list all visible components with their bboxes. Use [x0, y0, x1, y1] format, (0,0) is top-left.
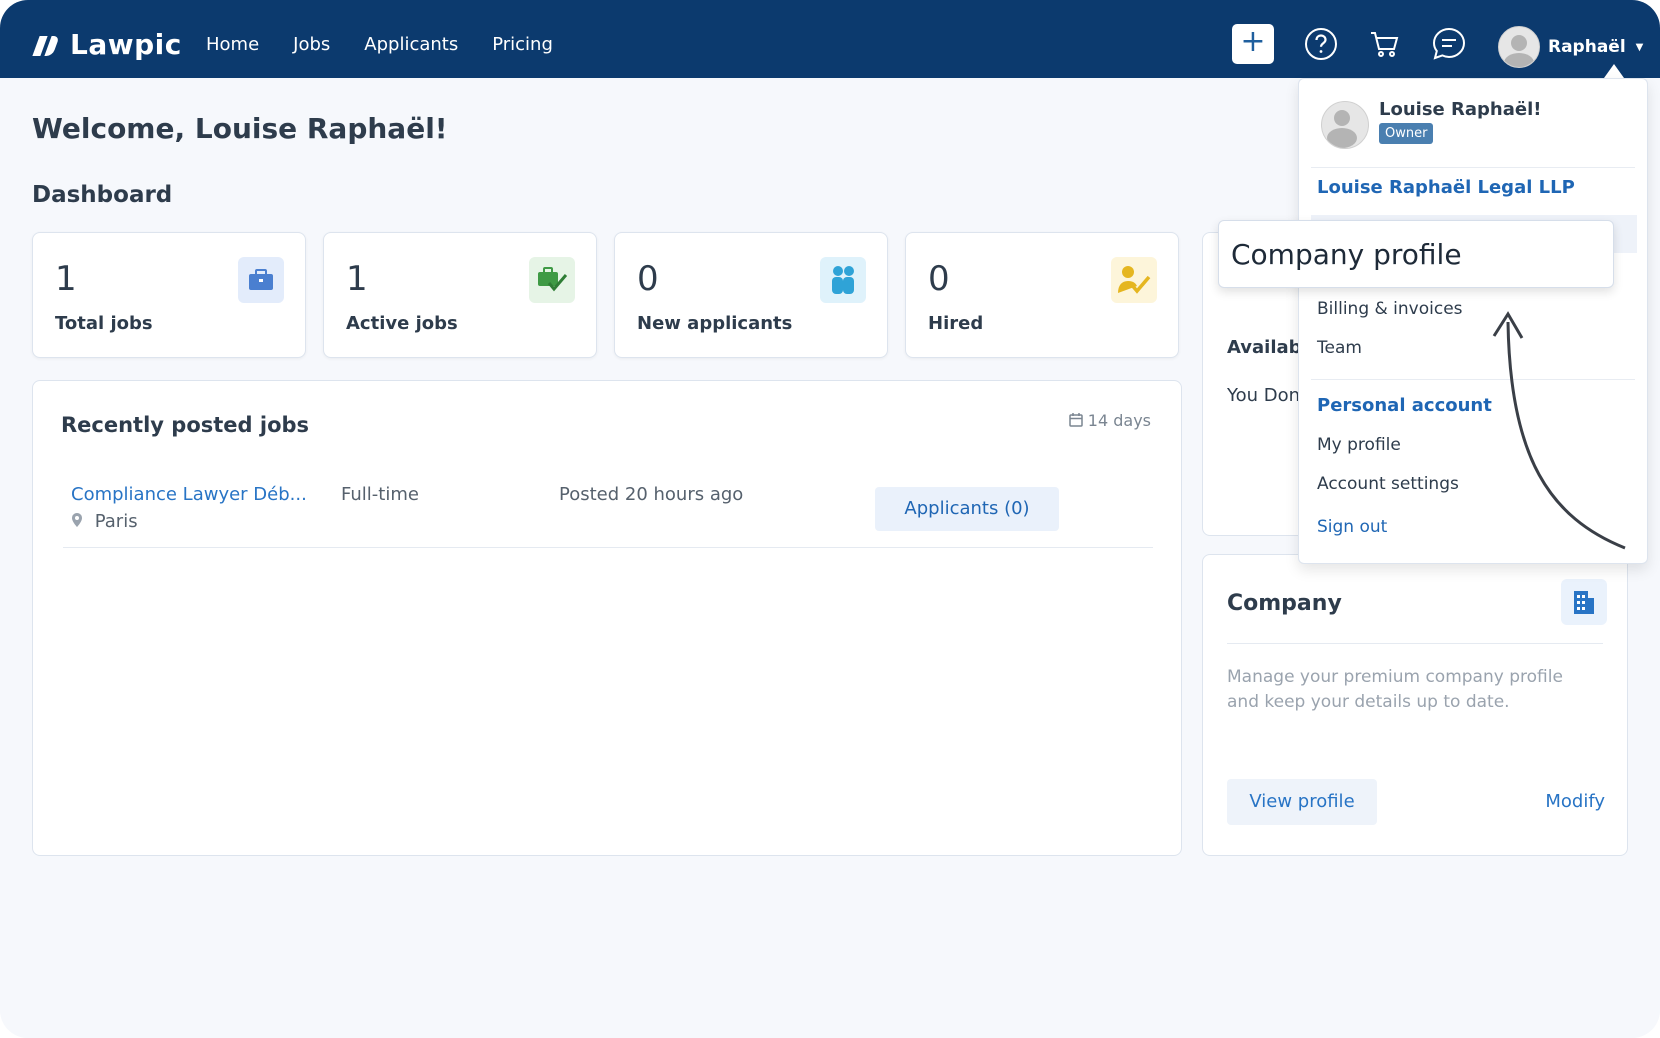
stat-card-hired[interactable]: 0 Hired: [905, 232, 1179, 358]
stat-value: 0: [928, 259, 950, 299]
job-type: Full-time: [341, 484, 419, 505]
nav-link-pricing[interactable]: Pricing: [492, 34, 553, 55]
nav-link-applicants[interactable]: Applicants: [364, 34, 458, 55]
stat-label: New applicants: [637, 313, 793, 334]
dropdown-personal-header: Personal account: [1317, 395, 1492, 416]
building-icon: [1561, 579, 1607, 625]
user-menu-toggle[interactable]: Raphaël ▼: [1498, 26, 1643, 68]
job-title-link[interactable]: Compliance Lawyer Déb...: [71, 484, 307, 505]
menu-item-company-profile[interactable]: Company profile: [1218, 220, 1614, 288]
stat-value: 0: [637, 259, 659, 299]
nav-user-name: Raphaël: [1548, 37, 1626, 57]
nav-icon-group: +: [1232, 24, 1466, 64]
date-range-label: 14 days: [1087, 411, 1151, 430]
brand-name: Lawpic: [70, 28, 182, 61]
lawpic-logo-icon: [32, 34, 64, 56]
company-card-title: Company: [1227, 591, 1342, 616]
recent-jobs-card: Recently posted jobs 14 days Compliance …: [32, 380, 1182, 856]
brand-logo[interactable]: Lawpic: [32, 28, 182, 61]
dropdown-company-header[interactable]: Louise Raphaël Legal LLP: [1317, 177, 1575, 198]
calendar-icon: [1068, 411, 1088, 430]
stat-label: Active jobs: [346, 313, 458, 334]
stat-label: Total jobs: [55, 313, 153, 334]
menu-item-sign-out[interactable]: Sign out: [1317, 517, 1387, 537]
dropdown-user-name: Louise Raphaël!: [1379, 99, 1542, 120]
dashboard-title: Dashboard: [32, 182, 173, 208]
view-profile-button[interactable]: View profile: [1227, 779, 1377, 825]
add-button[interactable]: +: [1232, 24, 1274, 64]
date-range-filter[interactable]: 14 days: [1068, 411, 1151, 430]
chevron-down-icon: ▼: [1635, 41, 1644, 53]
nav-link-jobs[interactable]: Jobs: [293, 34, 330, 55]
availability-label: Availabl: [1227, 337, 1308, 358]
divider: [1311, 167, 1635, 168]
stat-card-active-jobs[interactable]: 1 Active jobs: [323, 232, 597, 358]
role-badge: Owner: [1379, 123, 1434, 144]
job-location-label: Paris: [94, 511, 138, 532]
menu-item-billing[interactable]: Billing & invoices: [1317, 299, 1463, 319]
briefcase-icon: [238, 257, 284, 303]
avatar: [1498, 26, 1540, 68]
briefcase-check-icon: [529, 257, 575, 303]
divider: [1227, 643, 1603, 644]
location-pin-icon: [71, 511, 95, 532]
help-icon[interactable]: [1304, 27, 1338, 61]
menu-item-my-profile[interactable]: My profile: [1317, 435, 1401, 455]
person-check-icon: [1111, 257, 1157, 303]
nav-link-home[interactable]: Home: [206, 34, 259, 55]
people-icon: [820, 257, 866, 303]
stat-value: 1: [346, 259, 368, 299]
dropdown-pointer: [1604, 64, 1624, 78]
availability-text: You Don: [1227, 385, 1301, 406]
company-description: Manage your premium company profile and …: [1227, 667, 1563, 712]
recent-jobs-title: Recently posted jobs: [61, 413, 310, 437]
company-card: Company Manage your premium company prof…: [1202, 554, 1628, 856]
top-navbar: Lawpic Home Jobs Applicants Pricing + Ra…: [0, 0, 1660, 78]
page-background: [0, 854, 1660, 1038]
applicants-button[interactable]: Applicants (0): [875, 487, 1059, 531]
app-window: Lawpic Home Jobs Applicants Pricing + Ra…: [0, 0, 1660, 1038]
menu-item-account-settings[interactable]: Account settings: [1317, 474, 1459, 494]
job-posted-time: Posted 20 hours ago: [559, 484, 744, 505]
job-location: Paris: [71, 511, 138, 532]
welcome-heading: Welcome, Louise Raphaël!: [32, 112, 448, 145]
cart-icon[interactable]: [1368, 27, 1402, 61]
messages-icon[interactable]: [1432, 27, 1466, 61]
modify-link[interactable]: Modify: [1545, 791, 1605, 812]
nav-links: Home Jobs Applicants Pricing: [206, 34, 553, 55]
stat-card-new-applicants[interactable]: 0 New applicants: [614, 232, 888, 358]
annotation-arrow-icon: [1492, 311, 1626, 550]
stat-value: 1: [55, 259, 77, 299]
stat-card-total-jobs[interactable]: 1 Total jobs: [32, 232, 306, 358]
stat-label: Hired: [928, 313, 984, 334]
menu-item-team[interactable]: Team: [1317, 338, 1362, 358]
avatar: [1321, 101, 1369, 149]
